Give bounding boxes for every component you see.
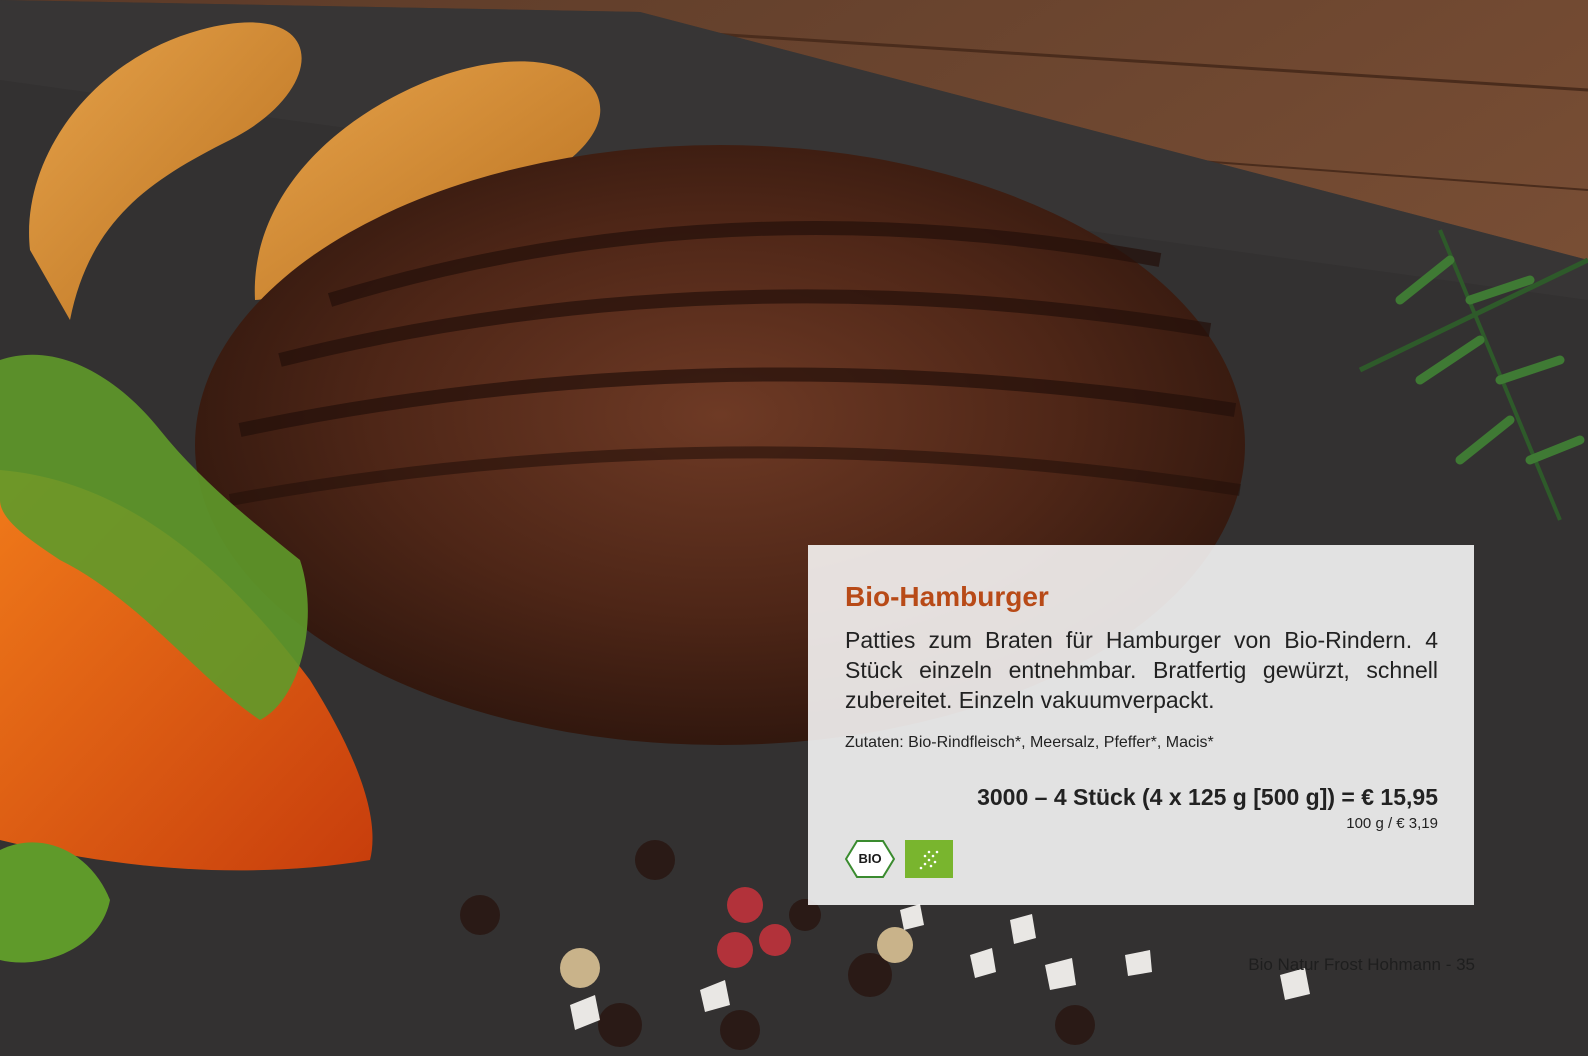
product-description: Patties zum Braten für Hamburger von Bio… [845,627,1438,713]
unit-price: 100 g / € 3,19 [1346,815,1438,832]
ingredients-text: Zutaten: Bio-Rindfleisch*, Meersalz, Pfe… [845,734,1214,751]
product-title: Bio-Hamburger [845,581,1049,612]
eu-organic-leaf-icon [905,840,953,878]
product-info-card: Bio-Hamburger Patties zum Braten für Ham… [808,545,1474,905]
certification-logos: BIO [845,840,953,878]
page-footer: Bio Natur Frost Hohmann - 35 [1248,955,1475,974]
bio-siegel-icon: BIO [845,840,895,878]
price-line: 3000 – 4 Stück (4 x 125 g [500 g]) = € 1… [977,784,1438,810]
svg-text:BIO: BIO [858,851,881,866]
